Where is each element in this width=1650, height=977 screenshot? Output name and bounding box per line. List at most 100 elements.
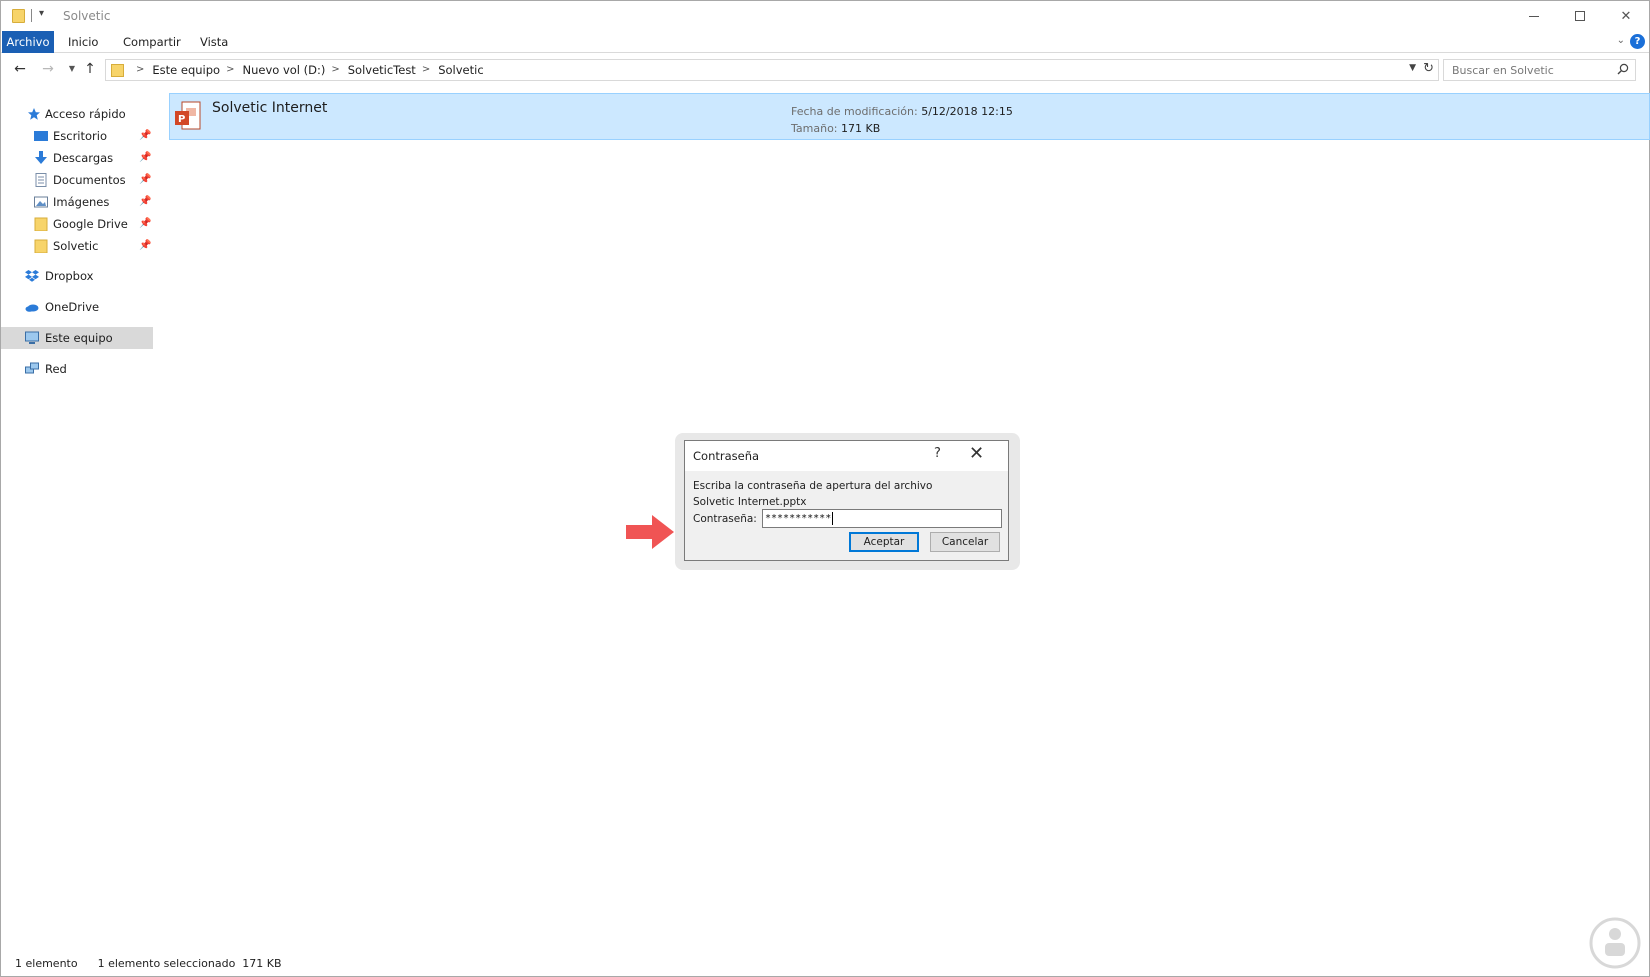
folder-icon: [34, 239, 48, 253]
network-icon: [25, 362, 39, 374]
modified-value: 5/12/2018 12:15: [921, 105, 1013, 118]
close-icon: ✕: [1620, 8, 1632, 24]
tab-vista[interactable]: Vista: [191, 31, 237, 53]
download-icon: [35, 151, 47, 164]
minimize-icon: [1529, 15, 1539, 17]
file-explorer-window: ▾ Solvetic ✕ Archivo Inicio Compartir Vi…: [0, 0, 1650, 977]
sidebar-item-label: Documentos: [53, 173, 126, 187]
search-box: [1443, 59, 1636, 81]
breadcrumb-nuevo-vol[interactable]: Nuevo vol (D:): [242, 60, 325, 80]
search-icon[interactable]: [1617, 63, 1629, 75]
password-dialog: Contraseña ? ✕ Escriba la contraseña de …: [684, 440, 1009, 561]
quick-access-toolbar-dropdown[interactable]: ▾: [39, 8, 44, 19]
address-dropdown-chevron-icon[interactable]: ▼: [1409, 63, 1416, 73]
dialog-message-line: Escriba la contraseña de apertura del ar…: [693, 480, 933, 492]
sidebar-item-label: Dropbox: [45, 269, 94, 283]
sidebar-item-dropbox[interactable]: Dropbox: [1, 265, 153, 287]
address-bar[interactable]: > Este equipo > Nuevo vol (D:) > Solveti…: [105, 59, 1439, 81]
dropbox-icon: [25, 270, 39, 282]
breadcrumb-solvetic[interactable]: Solvetic: [438, 60, 483, 80]
sidebar-item-label: Escritorio: [53, 129, 108, 143]
sidebar-item-quick-access[interactable]: Acceso rápido: [1, 103, 153, 125]
svg-text:P: P: [178, 114, 185, 125]
sidebar-item-imagenes[interactable]: Imágenes 📌: [1, 191, 153, 213]
breadcrumb-chevron-icon[interactable]: >: [136, 60, 144, 80]
search-input[interactable]: [1444, 60, 1612, 80]
status-bar: 1 elemento 1 elemento seleccionado 171 K…: [15, 957, 282, 970]
tab-inicio[interactable]: Inicio: [59, 31, 107, 53]
selection-info: 1 elemento seleccionado 171 KB: [97, 957, 282, 970]
sidebar-item-label: Este equipo: [45, 331, 113, 345]
dialog-close-icon[interactable]: ✕: [969, 443, 984, 464]
maximize-button[interactable]: [1557, 1, 1603, 31]
desktop-icon: [34, 131, 48, 141]
sidebar-item-label: OneDrive: [45, 300, 100, 314]
pin-icon[interactable]: 📌: [139, 235, 151, 257]
refresh-icon[interactable]: ↻: [1423, 61, 1434, 76]
breadcrumb-chevron-icon[interactable]: >: [331, 60, 339, 80]
sidebar-item-descargas[interactable]: Descargas 📌: [1, 147, 153, 169]
file-list-item[interactable]: P Solvetic Internet Fecha de modificació…: [169, 93, 1650, 140]
text-caret: [832, 511, 834, 525]
close-button[interactable]: ✕: [1603, 1, 1649, 31]
expand-ribbon-chevron-icon[interactable]: ⌄: [1617, 35, 1625, 46]
help-icon[interactable]: ?: [1630, 34, 1645, 49]
navigation-bar: ← → ▼ ↑ > Este equipo > Nuevo vol (D:) >…: [1, 56, 1649, 84]
divider: [31, 9, 32, 22]
dialog-file-name: Solvetic Internet.pptx: [693, 496, 807, 508]
minimize-button[interactable]: [1511, 1, 1557, 31]
folder-icon: [111, 64, 124, 77]
breadcrumb-este-equipo[interactable]: Este equipo: [152, 60, 220, 80]
accept-button[interactable]: Aceptar: [849, 532, 919, 552]
file-details: Fecha de modificación: 5/12/2018 12:15 T…: [791, 103, 1013, 137]
breadcrumb-chevron-icon[interactable]: >: [422, 60, 430, 80]
pin-icon[interactable]: 📌: [139, 169, 151, 191]
up-arrow-icon[interactable]: ↑: [81, 60, 99, 78]
window-title: Solvetic: [63, 9, 111, 23]
sidebar-item-label: Imágenes: [53, 195, 110, 209]
pin-icon[interactable]: 📌: [139, 125, 151, 147]
breadcrumb-solvetictest[interactable]: SolveticTest: [348, 60, 416, 80]
item-count: 1 elemento: [15, 957, 78, 970]
tab-compartir[interactable]: Compartir: [114, 31, 190, 53]
pin-icon[interactable]: 📌: [139, 191, 151, 213]
star-icon: [28, 108, 40, 120]
navigation-pane: Acceso rápido Escritorio 📌 Descargas 📌 D…: [1, 101, 153, 401]
size-label: Tamaño:: [791, 122, 838, 135]
dialog-message: Escriba la contraseña de apertura del ar…: [693, 478, 932, 510]
sidebar-item-onedrive[interactable]: OneDrive: [1, 296, 153, 318]
dialog-help-button[interactable]: ?: [934, 446, 941, 461]
pin-icon[interactable]: 📌: [139, 213, 151, 235]
maximize-icon: [1575, 11, 1585, 21]
folder-icon: [12, 9, 25, 23]
images-icon: [34, 196, 48, 208]
sidebar-item-label: Red: [45, 362, 67, 376]
cancel-button[interactable]: Cancelar: [930, 532, 1000, 552]
sidebar-item-documentos[interactable]: Documentos 📌: [1, 169, 153, 191]
recent-locations-chevron-icon[interactable]: ▼: [63, 60, 81, 78]
password-label: Contraseña:: [693, 513, 757, 525]
breadcrumb-chevron-icon[interactable]: >: [226, 60, 234, 80]
watermark-logo-icon: [1589, 917, 1641, 969]
back-arrow-icon[interactable]: ←: [11, 60, 29, 78]
size-value: 171 KB: [841, 122, 881, 135]
sidebar-item-label: Google Drive: [53, 217, 128, 231]
sidebar-item-label: Solvetic: [53, 239, 99, 253]
sidebar-item-solvetic[interactable]: Solvetic 📌: [1, 235, 153, 257]
sidebar-item-escritorio[interactable]: Escritorio 📌: [1, 125, 153, 147]
folder-icon: [34, 217, 48, 231]
modified-label: Fecha de modificación:: [791, 105, 918, 118]
password-field[interactable]: ***********: [762, 509, 1002, 528]
tab-archivo[interactable]: Archivo: [2, 31, 54, 53]
annotation-arrow-icon: [626, 515, 674, 549]
pin-icon[interactable]: 📌: [139, 147, 151, 169]
powerpoint-file-icon: P: [175, 101, 201, 130]
sidebar-item-este-equipo[interactable]: Este equipo: [1, 327, 153, 349]
file-name[interactable]: Solvetic Internet: [212, 100, 327, 116]
cloud-icon: [25, 304, 39, 312]
sidebar-item-label: Acceso rápido: [45, 107, 126, 121]
forward-arrow-icon[interactable]: →: [39, 60, 57, 78]
sidebar-item-red[interactable]: Red: [1, 358, 153, 380]
dialog-title-bar: Contraseña ? ✕: [685, 441, 1008, 471]
sidebar-item-google-drive[interactable]: Google Drive 📌: [1, 213, 153, 235]
